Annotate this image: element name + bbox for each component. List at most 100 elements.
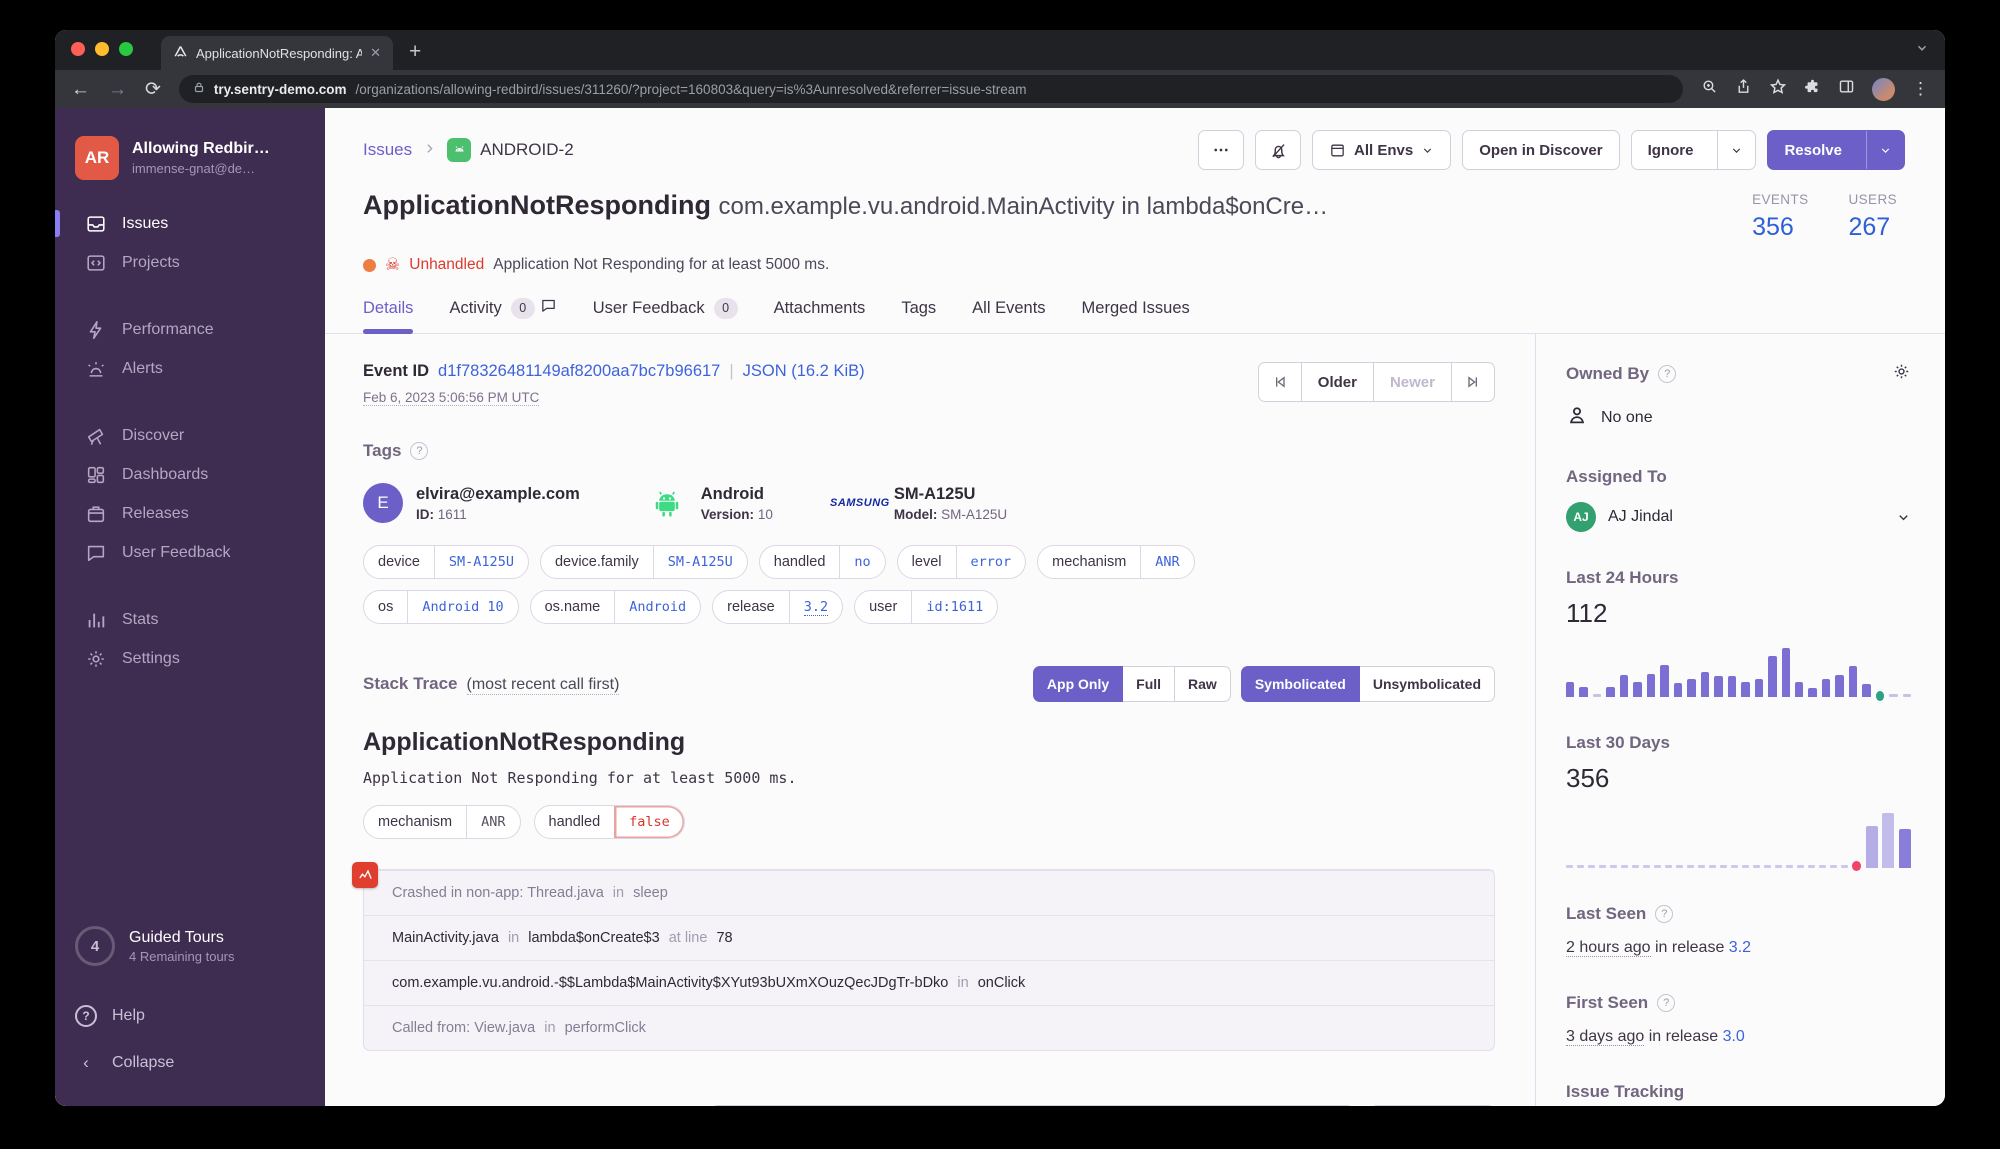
toggle-unsymbolicated[interactable]: Unsymbolicated xyxy=(1359,666,1495,702)
toggle-raw[interactable]: Raw xyxy=(1174,666,1231,702)
tag-pill[interactable]: handledfalse xyxy=(534,805,685,839)
project-badge[interactable]: ANDROID-2 xyxy=(447,138,574,162)
stack-frame[interactable]: Called from: View.java in performClick xyxy=(364,1005,1494,1050)
newest-event-button[interactable] xyxy=(1451,363,1494,401)
tab-attachments[interactable]: Attachments xyxy=(774,297,866,333)
android-platform-icon xyxy=(447,138,471,162)
sidebar-item-performance[interactable]: Performance xyxy=(55,310,325,349)
stack-frame[interactable]: com.example.vu.android.-$$Lambda$MainAct… xyxy=(364,960,1494,1005)
org-switcher[interactable]: AR Allowing Redbir… immense-gnat@de… xyxy=(55,130,325,204)
newer-event-button[interactable]: Newer xyxy=(1373,363,1451,401)
minimize-window-button[interactable] xyxy=(95,42,109,56)
toggle-symbolicated[interactable]: Symbolicated xyxy=(1241,666,1360,702)
toggle-app-only[interactable]: App Only xyxy=(1033,666,1123,702)
share-icon[interactable] xyxy=(1735,78,1752,100)
tab-search-chevron-icon[interactable] xyxy=(1915,41,1929,60)
bookmark-star-icon[interactable] xyxy=(1769,78,1787,101)
tag-pill[interactable]: release3.2 xyxy=(712,590,843,624)
tab-activity[interactable]: Activity0 xyxy=(449,297,556,333)
chart-dash xyxy=(1698,865,1705,868)
sidebar-item-user-feedback[interactable]: User Feedback xyxy=(55,533,325,572)
ownership-settings-gear-icon[interactable] xyxy=(1892,362,1911,386)
tag-pill[interactable]: mechanismANR xyxy=(1037,545,1195,579)
tag-pill[interactable]: osAndroid 10 xyxy=(363,590,519,624)
browser-profile-avatar[interactable] xyxy=(1872,78,1895,101)
more-actions-button[interactable] xyxy=(1198,130,1244,170)
help-icon[interactable]: ? xyxy=(1657,994,1675,1012)
sidebar-collapse-button[interactable]: ‹ Collapse xyxy=(55,1040,325,1086)
event-id-link[interactable]: d1f78326481149af8200aa7bc7b96617 xyxy=(438,362,720,381)
new-tab-button[interactable]: + xyxy=(409,40,421,64)
breadcrumbs-sort-button[interactable]: ⇅ Newest xyxy=(1370,1105,1495,1106)
json-download-link[interactable]: JSON (16.2 KiB) xyxy=(743,362,865,381)
environment-selector[interactable]: All Envs xyxy=(1312,130,1451,170)
tag-pill[interactable]: userid:1611 xyxy=(854,590,998,624)
help-icon[interactable]: ? xyxy=(410,442,428,460)
zoom-window-button[interactable] xyxy=(119,42,133,56)
tag-pill[interactable]: device.familySM-A125U xyxy=(540,545,748,579)
extensions-puzzle-icon[interactable] xyxy=(1804,78,1821,100)
performance-icon xyxy=(85,319,107,341)
stack-trace-order-hint[interactable]: (most recent call first) xyxy=(467,676,620,695)
oldest-event-button[interactable] xyxy=(1259,363,1301,401)
sidebar-item-stats[interactable]: Stats xyxy=(55,600,325,639)
sidebar-item-issues[interactable]: Issues xyxy=(55,204,325,243)
sidebar-item-settings[interactable]: Settings xyxy=(55,639,325,678)
browser-menu-icon[interactable]: ⋮ xyxy=(1912,79,1929,99)
last-seen-release-link[interactable]: 3.2 xyxy=(1729,939,1751,956)
back-button[interactable]: ← xyxy=(71,80,90,99)
forward-button[interactable]: → xyxy=(108,80,127,99)
tag-pill[interactable]: os.nameAndroid xyxy=(530,590,702,624)
browser-tab[interactable]: ApplicationNotResponding: Ap ✕ xyxy=(161,36,393,70)
older-event-button[interactable]: Older xyxy=(1301,363,1373,401)
os-context-card[interactable]: Android Version: 10 xyxy=(646,483,773,523)
events-count[interactable]: 356 xyxy=(1752,213,1808,242)
tag-pill[interactable]: handledno xyxy=(759,545,886,579)
last-seen-time[interactable]: 2 hours ago xyxy=(1566,939,1651,957)
tab-details[interactable]: Details xyxy=(363,297,413,333)
sidebar-item-help[interactable]: ? Help xyxy=(55,992,325,1040)
breadcrumbs-filter-button[interactable]: Filter By xyxy=(711,1105,822,1106)
mute-alerts-button[interactable] xyxy=(1255,130,1301,170)
tab-tags[interactable]: Tags xyxy=(901,297,936,333)
tag-pill[interactable]: levelerror xyxy=(897,545,1026,579)
sidebar-item-discover[interactable]: Discover xyxy=(55,416,325,455)
sidebar-item-dashboards[interactable]: Dashboards xyxy=(55,455,325,494)
first-seen-release-link[interactable]: 3.0 xyxy=(1723,1028,1745,1045)
help-icon[interactable]: ? xyxy=(1655,905,1673,923)
sidebar-item-guided-tours[interactable]: 4 Guided Tours 4 Remaining tours xyxy=(55,916,325,992)
toggle-full[interactable]: Full xyxy=(1122,666,1175,702)
side-panel-icon[interactable] xyxy=(1838,78,1855,100)
owner-row[interactable]: No one xyxy=(1566,404,1911,431)
user-context-card[interactable]: E elvira@example.com ID: 1611 xyxy=(363,483,580,523)
open-in-discover-button[interactable]: Open in Discover xyxy=(1462,130,1619,170)
tab-user-feedback[interactable]: User Feedback0 xyxy=(593,297,738,333)
resolve-button[interactable]: Resolve xyxy=(1768,131,1858,169)
stack-frame[interactable]: Crashed in non-app: Thread.java in sleep xyxy=(364,870,1494,915)
ignore-button[interactable]: Ignore xyxy=(1632,131,1710,169)
sidebar-item-releases[interactable]: Releases xyxy=(55,494,325,533)
tag-pill[interactable]: mechanismANR xyxy=(363,805,521,839)
address-bar[interactable]: try.sentry-demo.com/organizations/allowi… xyxy=(179,75,1683,103)
users-count[interactable]: 267 xyxy=(1848,213,1897,242)
tab-all-events[interactable]: All Events xyxy=(972,297,1045,333)
first-seen-time[interactable]: 3 days ago xyxy=(1566,1028,1644,1046)
assignee-selector[interactable]: AJ AJ Jindal xyxy=(1566,502,1911,532)
help-icon[interactable]: ? xyxy=(1658,365,1676,383)
sidebar-item-projects[interactable]: Projects xyxy=(55,243,325,282)
reload-button[interactable]: ⟳ xyxy=(145,80,161,99)
device-context-card[interactable]: SAMSUNG SM-A125U Model: SM-A125U xyxy=(839,483,1007,523)
frame-filter-segment: App OnlyFullRaw xyxy=(1033,666,1231,702)
breadcrumb-issues-link[interactable]: Issues xyxy=(363,140,412,160)
event-timestamp[interactable]: Feb 6, 2023 5:06:56 PM UTC xyxy=(363,390,539,406)
tab-merged-issues[interactable]: Merged Issues xyxy=(1082,297,1190,333)
zoom-icon[interactable] xyxy=(1701,78,1718,100)
close-window-button[interactable] xyxy=(71,42,85,56)
tab-close-icon[interactable]: ✕ xyxy=(370,45,381,61)
resolve-dropdown-chevron[interactable] xyxy=(1866,131,1904,169)
sidebar-item-alerts[interactable]: Alerts xyxy=(55,349,325,388)
last-24-hours-chart xyxy=(1566,645,1911,697)
stack-frame[interactable]: MainActivity.java in lambda$onCreate$3 a… xyxy=(364,915,1494,960)
ignore-dropdown-chevron[interactable] xyxy=(1717,131,1755,169)
tag-pill[interactable]: deviceSM-A125U xyxy=(363,545,529,579)
